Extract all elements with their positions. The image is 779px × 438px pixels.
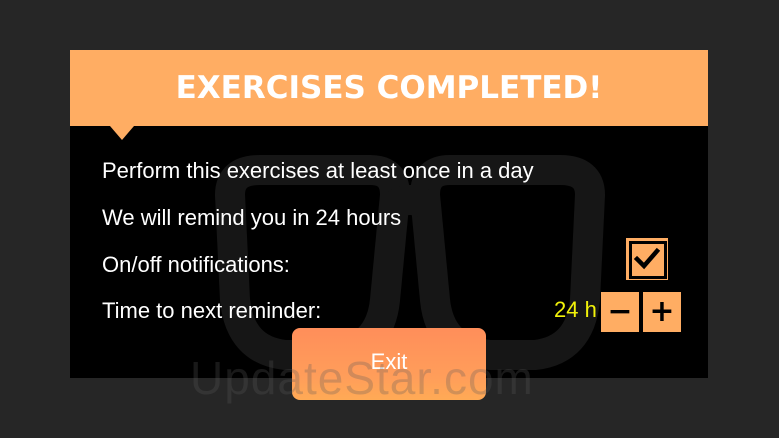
dialog-header: EXERCISES COMPLETED! — [70, 50, 708, 126]
dialog-title: EXERCISES COMPLETED! — [175, 70, 603, 106]
watermark-text: UpdateStar.com — [190, 352, 534, 404]
checkmark-icon — [633, 247, 661, 270]
next-reminder-label: Time to next reminder: — [102, 298, 322, 323]
reminder-info-text: We will remind you in 24 hours — [102, 205, 402, 230]
reminder-time-value: 24 h — [554, 297, 597, 322]
minus-icon: − — [607, 294, 633, 329]
decrease-time-button[interactable]: − — [601, 292, 639, 332]
notifications-label: On/off notifications: — [102, 252, 290, 277]
header-pointer — [110, 126, 134, 140]
instruction-text: Perform this exercises at least once in … — [102, 158, 534, 183]
increase-time-button[interactable]: + — [643, 292, 681, 332]
plus-icon: + — [649, 294, 675, 329]
notifications-checkbox[interactable] — [626, 238, 668, 280]
